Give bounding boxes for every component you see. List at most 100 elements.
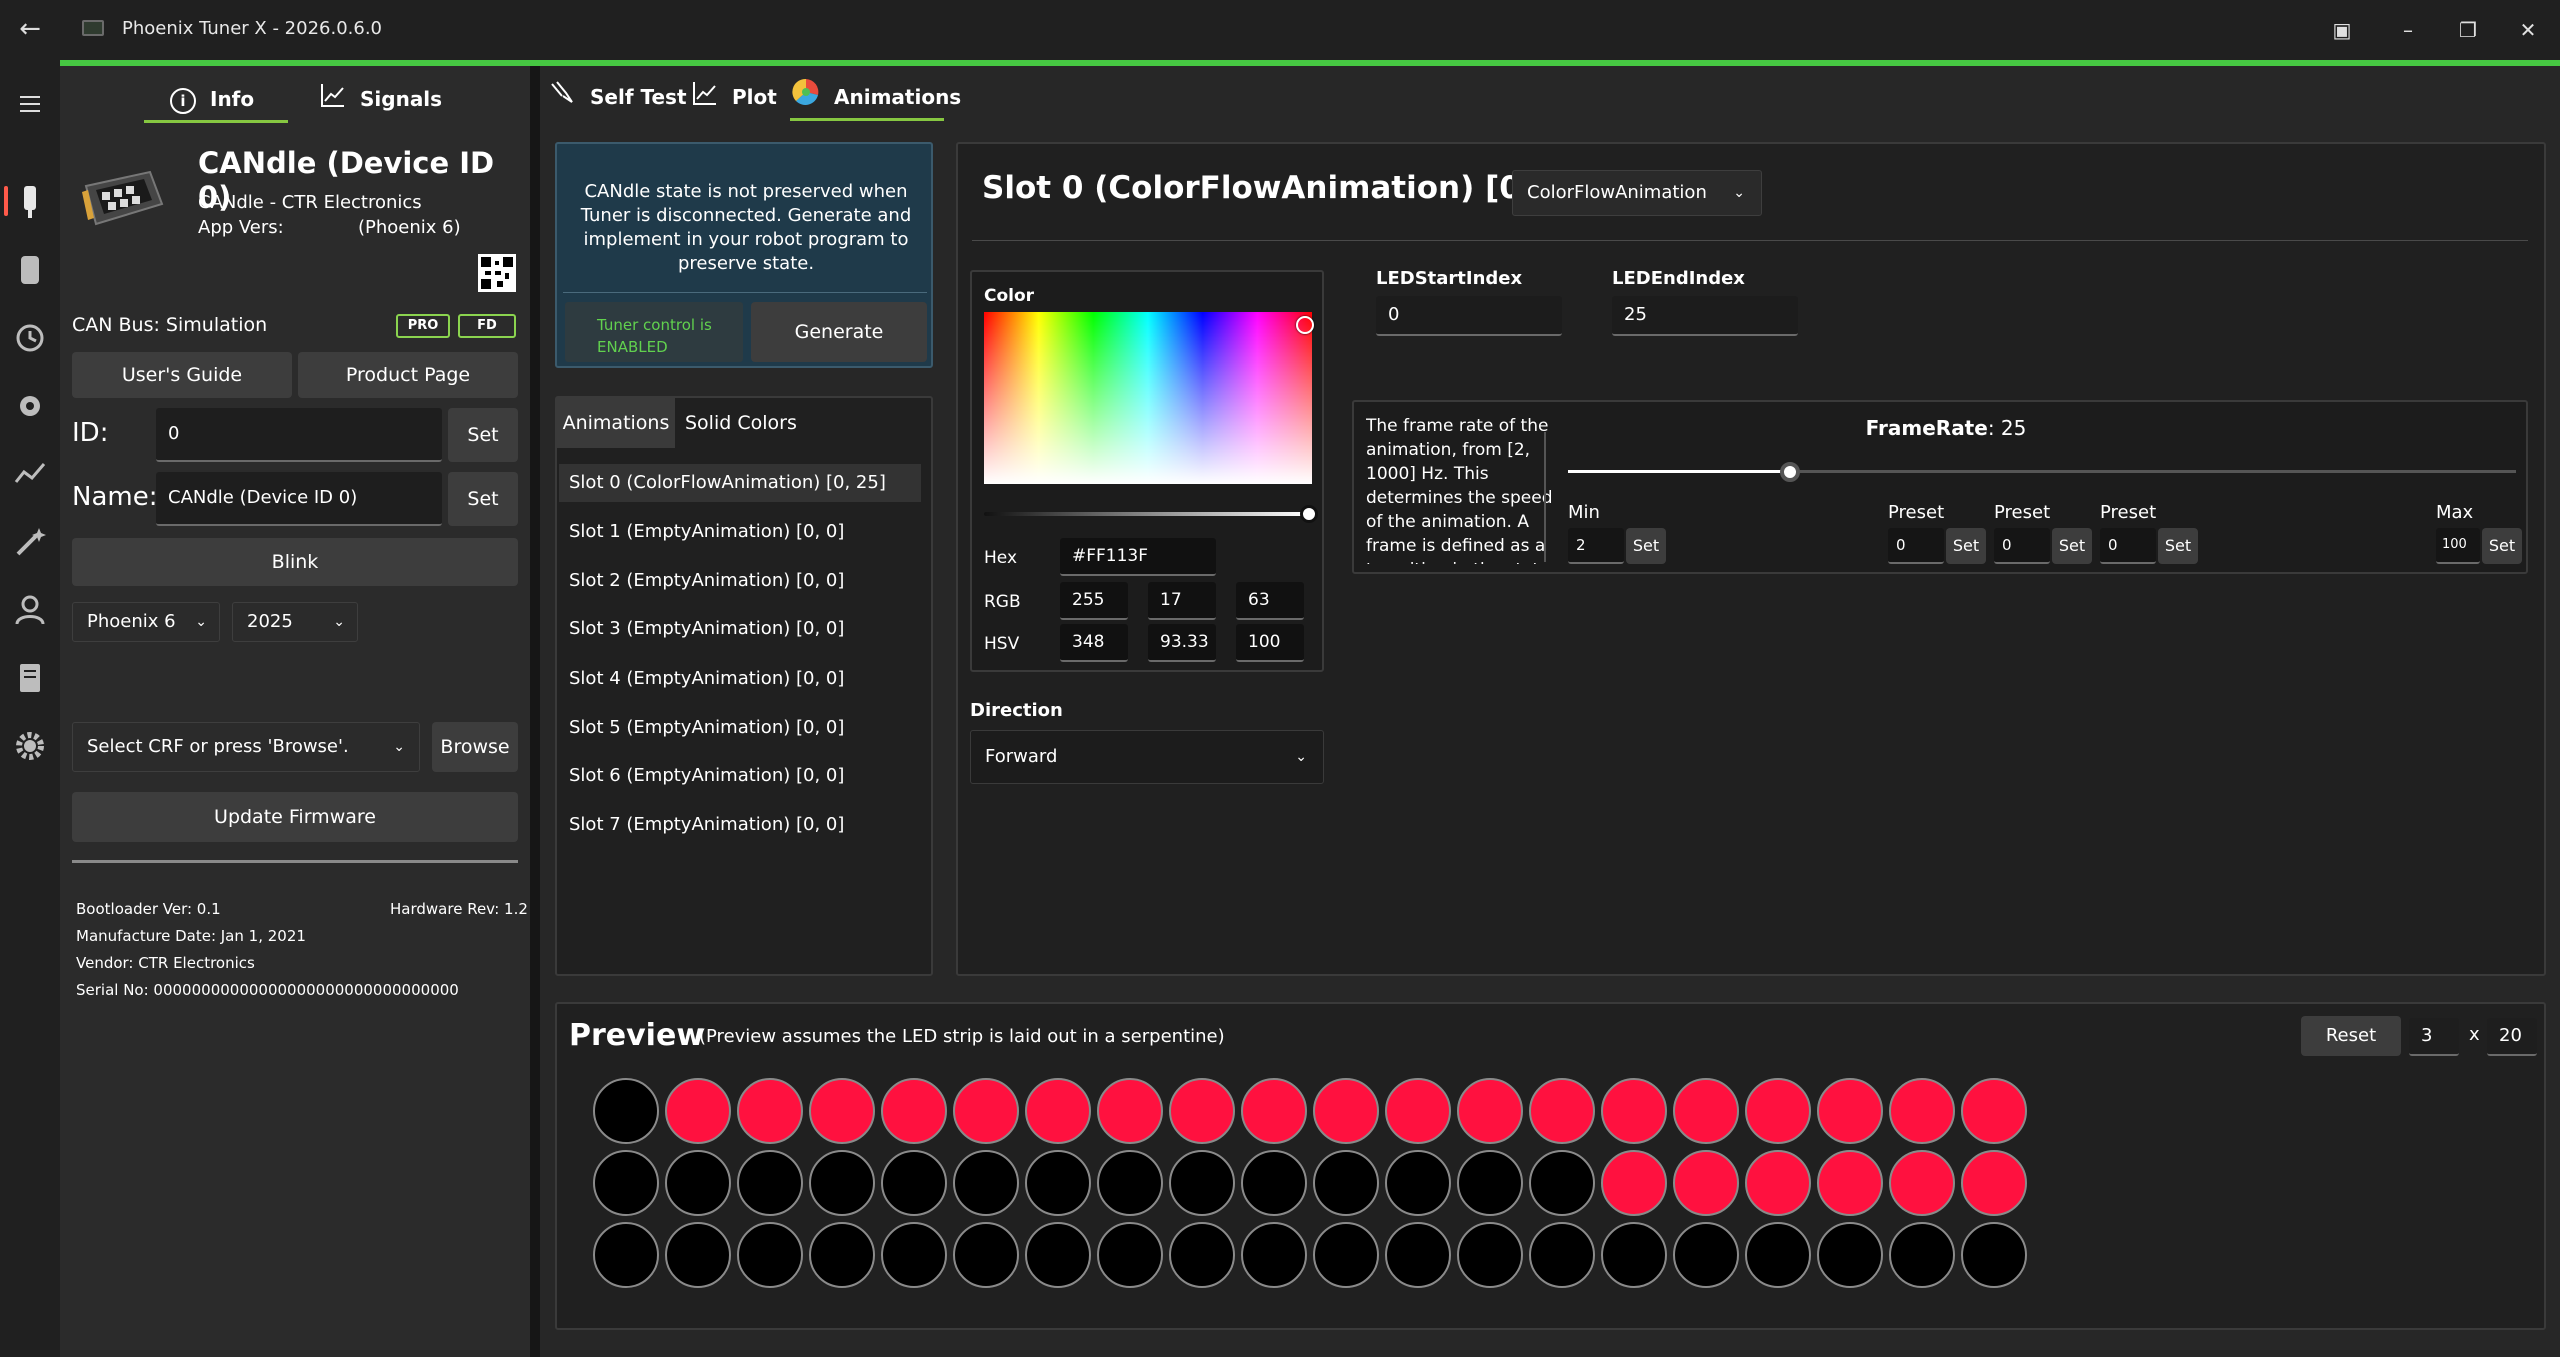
hsv-v-input[interactable]: 100 <box>1236 624 1304 662</box>
preset-set-button-2[interactable]: Set <box>2052 528 2092 564</box>
tab-plot[interactable]: Plot <box>692 72 777 122</box>
led-1-6 <box>1025 1150 1091 1216</box>
name-set-button[interactable]: Set <box>448 472 518 526</box>
id-set-button[interactable]: Set <box>448 408 518 462</box>
plot-nav-icon[interactable] <box>8 452 52 496</box>
firmware-progress-bar <box>72 860 518 863</box>
led-0-8 <box>1169 1078 1235 1144</box>
led-preview-grid <box>593 1078 2033 1306</box>
back-arrow-icon[interactable]: ← <box>14 14 46 46</box>
preset-set-button-3[interactable]: Set <box>2158 528 2198 564</box>
hsv-h-input[interactable]: 348 <box>1060 624 1128 662</box>
device-icon[interactable] <box>8 180 52 224</box>
led-1-3 <box>809 1150 875 1216</box>
animation-type-select[interactable]: ColorFlowAnimation ⌄ <box>1512 170 1762 216</box>
preset-set-button-1[interactable]: Set <box>1946 528 1986 564</box>
serial-number: Serial No: 00000000000000000000000000000… <box>76 981 459 999</box>
history-icon[interactable] <box>8 316 52 360</box>
preview-rows-input[interactable]: 3 <box>2409 1018 2459 1056</box>
manufacture-date: Manufacture Date: Jan 1, 2021 <box>76 927 306 945</box>
rgb-b-input[interactable]: 63 <box>1236 582 1304 620</box>
led-2-10 <box>1313 1222 1379 1288</box>
browse-button[interactable]: Browse <box>432 722 518 772</box>
phoenix-version-select[interactable]: Phoenix 6 ⌄ <box>72 602 220 642</box>
layout-icon[interactable]: ▣ <box>2320 12 2364 48</box>
slot-item-5[interactable]: Slot 5 (EmptyAnimation) [0, 0] <box>559 709 921 747</box>
storage-icon[interactable] <box>8 248 52 292</box>
direction-select[interactable]: Forward ⌄ <box>970 730 1324 784</box>
tuner-control-status: Tuner control is ENABLED <box>565 302 743 362</box>
slot-item-1[interactable]: Slot 1 (EmptyAnimation) [0, 0] <box>559 513 921 551</box>
settings-gear-icon[interactable] <box>8 724 52 768</box>
magic-wand-icon[interactable] <box>8 520 52 564</box>
tab-solid-colors[interactable]: Solid Colors <box>685 398 797 448</box>
slot-item-3[interactable]: Slot 3 (EmptyAnimation) [0, 0] <box>559 610 921 648</box>
preview-cols-input[interactable]: 20 <box>2487 1018 2537 1056</box>
rgb-g-input[interactable]: 17 <box>1148 582 1216 620</box>
description-scrollbar[interactable] <box>1544 432 1546 562</box>
hamburger-menu-icon[interactable] <box>8 82 52 126</box>
led-0-13 <box>1529 1078 1595 1144</box>
phoenix-version-value: Phoenix 6 <box>87 611 176 632</box>
update-firmware-button[interactable]: Update Firmware <box>72 792 518 842</box>
minimize-button[interactable]: – <box>2386 12 2430 48</box>
docs-icon[interactable] <box>8 656 52 700</box>
led-start-index-input[interactable]: 0 <box>1376 296 1562 336</box>
tab-animations[interactable]: Animations <box>792 72 961 122</box>
preview-panel: Preview (Preview assumes the LED strip i… <box>555 1002 2546 1330</box>
close-button[interactable]: ✕ <box>2506 12 2550 48</box>
framerate-slider-thumb[interactable] <box>1780 462 1800 482</box>
app-logo-icon <box>82 20 104 36</box>
tab-info[interactable]: i Info <box>170 74 254 124</box>
max-label: Max <box>2436 502 2474 523</box>
preset-input-1[interactable]: 0 <box>1888 528 1944 564</box>
max-set-button[interactable]: Set <box>2482 528 2522 564</box>
crf-placeholder: Select CRF or press 'Browse'. <box>87 736 349 757</box>
crf-file-select[interactable]: Select CRF or press 'Browse'. ⌄ <box>72 722 420 772</box>
year-select[interactable]: 2025 ⌄ <box>232 602 358 642</box>
tab-animations-list[interactable]: Animations <box>557 398 675 448</box>
preset-input-2[interactable]: 0 <box>1994 528 2050 564</box>
chevron-down-icon: ⌄ <box>1295 749 1307 765</box>
panel-divider[interactable] <box>530 66 540 1357</box>
user-icon[interactable] <box>8 588 52 632</box>
maximize-button[interactable]: ❐ <box>2446 12 2490 48</box>
blink-button[interactable]: Blink <box>72 538 518 586</box>
led-0-17 <box>1817 1078 1883 1144</box>
qr-code-icon[interactable] <box>478 254 516 292</box>
led-1-14 <box>1601 1150 1667 1216</box>
config-icon[interactable] <box>8 384 52 428</box>
users-guide-button[interactable]: User's Guide <box>72 352 292 398</box>
min-input[interactable]: 2 <box>1568 528 1624 564</box>
brightness-slider-thumb[interactable] <box>1300 505 1318 523</box>
framerate-label: FrameRate: 25 <box>1354 416 2526 440</box>
slot-item-7[interactable]: Slot 7 (EmptyAnimation) [0, 0] <box>559 806 921 844</box>
led-1-17 <box>1817 1150 1883 1216</box>
hex-input[interactable]: #FF113F <box>1060 538 1216 576</box>
slot-item-6[interactable]: Slot 6 (EmptyAnimation) [0, 0] <box>559 757 921 795</box>
info-icon: i <box>170 87 196 114</box>
rgb-r-input[interactable]: 255 <box>1060 582 1128 620</box>
name-input[interactable]: CANdle (Device ID 0) <box>156 472 442 526</box>
nav-rail <box>0 60 60 1357</box>
tab-signals[interactable]: Signals <box>320 74 442 124</box>
preset-input-3[interactable]: 0 <box>2100 528 2156 564</box>
product-page-button[interactable]: Product Page <box>298 352 518 398</box>
max-input[interactable]: 100 <box>2436 528 2480 564</box>
min-set-button[interactable]: Set <box>1626 528 1666 564</box>
preview-reset-button[interactable]: Reset <box>2301 1016 2401 1056</box>
tab-info-label: Info <box>210 87 255 111</box>
id-input[interactable]: 0 <box>156 408 442 462</box>
slot-item-0[interactable]: Slot 0 (ColorFlowAnimation) [0, 25] <box>559 464 921 502</box>
hsv-s-input[interactable]: 93.33 <box>1148 624 1216 662</box>
slot-item-2[interactable]: Slot 2 (EmptyAnimation) [0, 0] <box>559 562 921 600</box>
color-spectrum-area[interactable] <box>984 312 1314 484</box>
brightness-slider[interactable] <box>984 512 1308 516</box>
color-picker-handle[interactable] <box>1296 316 1314 334</box>
led-end-index-input[interactable]: 25 <box>1612 296 1798 336</box>
generate-button[interactable]: Generate <box>751 302 927 362</box>
slot-item-4[interactable]: Slot 4 (EmptyAnimation) [0, 0] <box>559 660 921 698</box>
tab-self-test[interactable]: Self Test <box>548 72 687 122</box>
led-2-17 <box>1817 1222 1883 1288</box>
tab-animations-underline <box>790 118 944 121</box>
